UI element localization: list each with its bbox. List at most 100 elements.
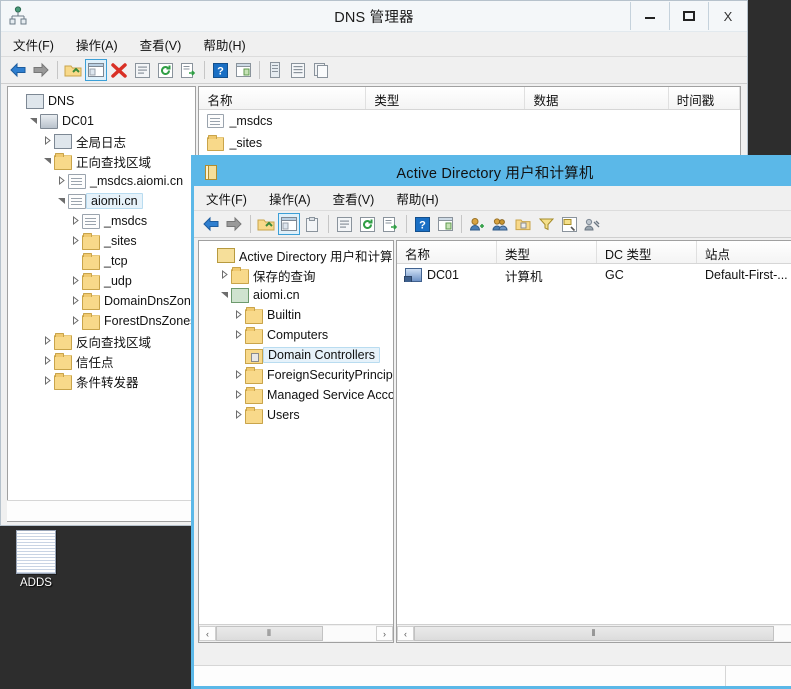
chevron-right-icon[interactable]: [68, 315, 82, 327]
chevron-down-icon[interactable]: [26, 116, 40, 127]
scroll-right-arrow[interactable]: ›: [376, 626, 393, 641]
ad-users-computers-window[interactable]: Active Directory 用户和计算机 文件(F) 操作(A) 查看(V…: [191, 155, 791, 689]
chevron-right-icon[interactable]: [68, 215, 82, 227]
scroll-track[interactable]: [774, 626, 791, 641]
dns-titlebar[interactable]: DNS 管理器 X: [1, 1, 747, 32]
table-row[interactable]: DC01 计算机 GC Default-First-...: [397, 264, 791, 286]
find-icon[interactable]: [558, 213, 580, 235]
menu-view[interactable]: 查看(V): [333, 189, 375, 208]
column-header[interactable]: 类型: [497, 241, 597, 263]
chevron-right-icon[interactable]: [68, 295, 82, 307]
ad-tree-hscrollbar[interactable]: ‹ ⦀ ›: [199, 624, 393, 642]
desktop-icon-adds[interactable]: ADDS: [6, 530, 66, 589]
column-header[interactable]: 站点: [697, 241, 791, 263]
chevron-right-icon[interactable]: [68, 275, 82, 287]
properties-icon[interactable]: [333, 213, 355, 235]
dns-list-header[interactable]: 名称 类型 数据 时间戳: [199, 87, 740, 110]
tree-node-sites[interactable]: _sites: [12, 231, 195, 251]
chevron-down-icon[interactable]: [40, 156, 54, 167]
column-header[interactable]: DC 类型: [597, 241, 697, 263]
menu-help[interactable]: 帮助(H): [396, 189, 438, 208]
tree-node-[interactable]: 信任点: [12, 351, 195, 371]
clipboard-icon[interactable]: [301, 213, 323, 235]
chevron-right-icon[interactable]: [40, 375, 54, 387]
chevron-down-icon[interactable]: [217, 290, 231, 301]
tree-node-builtin[interactable]: Builtin: [203, 305, 393, 325]
server-icon[interactable]: [264, 59, 286, 81]
tree-node-dc01[interactable]: DC01: [12, 111, 195, 131]
export-list-icon[interactable]: [177, 59, 199, 81]
new-group-icon[interactable]: [489, 213, 511, 235]
table-row[interactable]: _msdcs: [199, 110, 740, 132]
advanced-features-icon[interactable]: [581, 213, 603, 235]
dns-toolbar[interactable]: ?: [1, 57, 747, 84]
new-user-icon[interactable]: [466, 213, 488, 235]
tree-node-active-directory[interactable]: Active Directory 用户和计算机: [203, 245, 393, 265]
scroll-left-arrow[interactable]: ‹: [199, 626, 216, 641]
tree-node-udp[interactable]: _udp: [12, 271, 195, 291]
ad-list-body[interactable]: DC01 计算机 GC Default-First-...: [397, 264, 791, 286]
forward-arrow-icon[interactable]: [30, 59, 52, 81]
tree-node-[interactable]: 保存的查询: [203, 265, 393, 285]
refresh-icon[interactable]: [154, 59, 176, 81]
scroll-track[interactable]: [323, 626, 376, 641]
export-list-icon[interactable]: [379, 213, 401, 235]
dns-tree-pane[interactable]: DNS DC01 全局日志 正向查找区域 _msdcs.aiomi.cn aiomi.cn…: [7, 86, 197, 522]
new-window-icon[interactable]: [434, 213, 456, 235]
up-folder-icon[interactable]: [255, 213, 277, 235]
tree-node-dns[interactable]: DNS: [12, 91, 195, 111]
delete-icon[interactable]: [108, 59, 130, 81]
new-window-icon[interactable]: [232, 59, 254, 81]
ad-menubar[interactable]: 文件(F) 操作(A) 查看(V) 帮助(H): [194, 186, 791, 211]
column-header[interactable]: 名称: [397, 241, 497, 263]
ad-titlebar[interactable]: Active Directory 用户和计算机: [194, 158, 791, 186]
chevron-right-icon[interactable]: [231, 329, 245, 341]
column-header[interactable]: 数据: [525, 87, 669, 109]
copy-icon[interactable]: [310, 59, 332, 81]
scroll-thumb[interactable]: ⦀: [414, 626, 774, 641]
back-arrow-icon[interactable]: [7, 59, 29, 81]
dns-list-body[interactable]: _msdcs _sites: [199, 110, 740, 154]
tree-node-[interactable]: 全局日志: [12, 131, 195, 151]
tree-node-managed-service-accounts[interactable]: Managed Service Accounts: [203, 385, 393, 405]
chevron-right-icon[interactable]: [40, 355, 54, 367]
tree-node-aiomi-cn[interactable]: aiomi.cn: [203, 285, 393, 305]
help-icon[interactable]: ?: [209, 59, 231, 81]
help-icon[interactable]: ?: [411, 213, 433, 235]
menu-action[interactable]: 操作(A): [269, 189, 311, 208]
show-hide-tree-icon[interactable]: [85, 59, 107, 81]
list-icon[interactable]: [287, 59, 309, 81]
tree-node-domaindnszones[interactable]: DomainDnsZones: [12, 291, 195, 311]
properties-icon[interactable]: [131, 59, 153, 81]
tree-node-msdcs-aiomi-cn[interactable]: _msdcs.aiomi.cn: [12, 171, 195, 191]
chevron-right-icon[interactable]: [217, 269, 231, 281]
ad-list-pane[interactable]: 名称 类型 DC 类型 站点 DC01 计算机 GC Default-First-... ‹…: [396, 240, 791, 643]
column-header[interactable]: 类型: [366, 87, 526, 109]
chevron-right-icon[interactable]: [54, 175, 68, 187]
chevron-right-icon[interactable]: [231, 409, 245, 421]
maximize-button[interactable]: [669, 2, 708, 30]
column-header[interactable]: 时间戳: [668, 87, 740, 109]
tree-node-[interactable]: 反向查找区域: [12, 331, 195, 351]
refresh-icon[interactable]: [356, 213, 378, 235]
show-hide-tree-icon[interactable]: [278, 213, 300, 235]
menu-file[interactable]: 文件(F): [206, 189, 247, 208]
close-button[interactable]: X: [708, 2, 747, 30]
up-folder-icon[interactable]: [62, 59, 84, 81]
chevron-right-icon[interactable]: [40, 335, 54, 347]
filter-icon[interactable]: [535, 213, 557, 235]
tree-node-foreignsecurityprincipals[interactable]: ForeignSecurityPrincipals: [203, 365, 393, 385]
menu-file[interactable]: 文件(F): [13, 35, 54, 54]
scroll-left-arrow[interactable]: ‹: [397, 626, 414, 641]
tree-node-tcp[interactable]: _tcp: [12, 251, 195, 271]
forward-arrow-icon[interactable]: [223, 213, 245, 235]
menu-action[interactable]: 操作(A): [76, 35, 118, 54]
menu-help[interactable]: 帮助(H): [203, 35, 245, 54]
chevron-right-icon[interactable]: [231, 309, 245, 321]
tree-node-[interactable]: 条件转发器: [12, 371, 195, 391]
new-ou-icon[interactable]: [512, 213, 534, 235]
chevron-right-icon[interactable]: [40, 135, 54, 147]
scroll-thumb[interactable]: ⦀: [216, 626, 323, 641]
chevron-right-icon[interactable]: [231, 389, 245, 401]
ad-tree-pane[interactable]: Active Directory 用户和计算机 保存的查询 aiomi.cn Buil…: [198, 240, 394, 643]
